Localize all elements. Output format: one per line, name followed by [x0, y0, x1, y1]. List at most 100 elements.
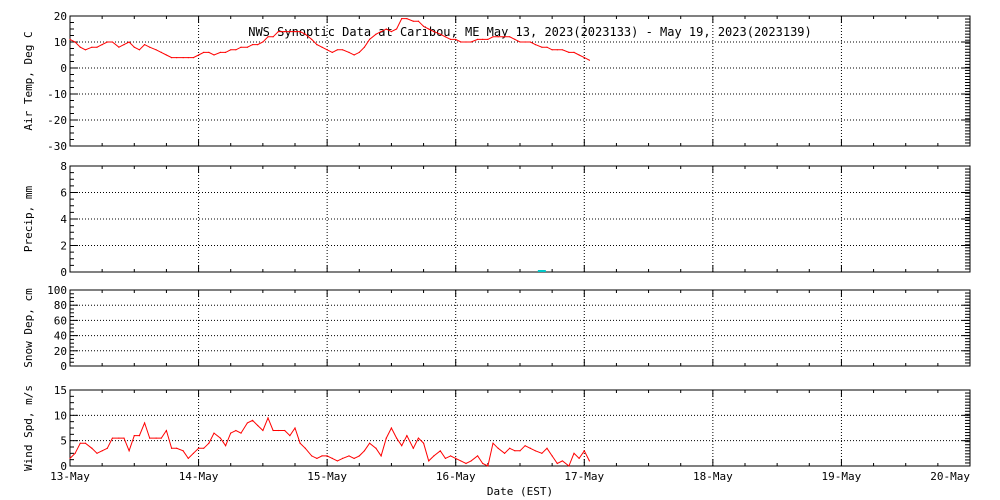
- data-point: [197, 447, 200, 449]
- data-point: [336, 460, 339, 462]
- data-point: [422, 25, 425, 27]
- data-point: [534, 44, 537, 46]
- data-point: [123, 44, 125, 46]
- data-point: [128, 41, 130, 43]
- data-point: [412, 20, 414, 22]
- data-point: [428, 460, 430, 462]
- panel-4: 051015Wind Spd, m/s: [22, 384, 971, 473]
- y-tick-label: -30: [47, 140, 67, 153]
- data-point: [455, 38, 457, 41]
- data-point: [160, 437, 162, 439]
- data-point: [348, 455, 350, 457]
- data-point: [551, 49, 553, 51]
- chart-title: NWS Synoptic Data at Caribou, ME May 13,…: [248, 25, 812, 39]
- data-point: [267, 417, 269, 419]
- y-tick-label: 80: [54, 299, 67, 312]
- data-point: [326, 455, 328, 457]
- y-axis-label: Wind Spd, m/s: [22, 385, 35, 471]
- y-axis-label: Air Temp, Deg C: [22, 31, 35, 130]
- y-tick-label: 10: [54, 36, 67, 49]
- data-point: [556, 462, 558, 465]
- data-point: [341, 49, 344, 51]
- data-point: [213, 432, 215, 434]
- data-point: [476, 455, 479, 457]
- data-point: [316, 457, 318, 459]
- data-point: [583, 450, 585, 452]
- data-point: [289, 435, 291, 437]
- data-point: [277, 31, 279, 33]
- data-point: [561, 49, 564, 51]
- data-point: [465, 41, 467, 43]
- x-tick-label: 17-May: [564, 470, 604, 483]
- data-point: [519, 450, 521, 452]
- data-point: [390, 31, 393, 33]
- data-point: [358, 455, 360, 457]
- y-tick-label: 8: [60, 160, 67, 173]
- data-point: [118, 437, 120, 439]
- data-point: [311, 455, 313, 457]
- panel-2: 0 2 4 6 8 Precip, mm: [22, 160, 971, 279]
- data-point: [123, 437, 125, 439]
- x-tick-label: 19-May: [822, 470, 862, 483]
- data-point: [230, 432, 232, 434]
- data-point: [311, 38, 313, 41]
- data-point: [433, 455, 435, 457]
- data-point: [197, 54, 200, 56]
- data-point: [546, 447, 548, 449]
- y-tick-label: 0: [60, 360, 67, 373]
- data-point: [316, 44, 318, 46]
- y-axis-label: Snow Dep, cm: [22, 288, 35, 368]
- data-point: [155, 49, 157, 51]
- data-point: [439, 33, 441, 35]
- data-point: [91, 447, 93, 449]
- data-point: [375, 447, 377, 449]
- data-point: [341, 457, 344, 459]
- data-point: [235, 49, 237, 51]
- y-tick-label: 20: [54, 10, 67, 23]
- data-point: [79, 46, 81, 48]
- data-point: [568, 51, 570, 54]
- x-axis-label: Date (EST): [487, 485, 553, 498]
- data-point: [353, 54, 355, 56]
- data-point: [482, 462, 484, 465]
- data-point: [470, 41, 472, 43]
- data-point: [213, 54, 215, 56]
- data-point: [246, 46, 249, 48]
- data-point: [111, 41, 114, 43]
- data-point: [401, 445, 403, 447]
- data-point: [246, 422, 249, 424]
- y-tick-label: 10: [54, 409, 67, 422]
- data-point: [138, 49, 141, 51]
- data-point: [363, 46, 366, 48]
- data-point: [170, 447, 173, 449]
- data-point: [529, 41, 531, 43]
- data-point: [476, 38, 479, 41]
- data-point: [106, 41, 108, 43]
- data-point: [176, 447, 178, 449]
- data-point: [524, 445, 526, 447]
- data-point: [106, 447, 108, 449]
- data-point: [277, 429, 279, 432]
- y-tick-label: 60: [54, 314, 67, 327]
- data-point: [588, 59, 591, 61]
- data-point: [417, 437, 420, 439]
- data-point: [101, 450, 103, 452]
- data-point: [208, 51, 210, 54]
- data-point: [251, 419, 254, 421]
- data-point: [348, 51, 350, 54]
- data-point: [289, 31, 291, 33]
- data-point: [299, 442, 301, 444]
- data-point: [556, 49, 558, 51]
- data-point: [219, 437, 222, 439]
- y-tick-label: 40: [54, 330, 67, 343]
- x-tick-label: 15-May: [307, 470, 347, 483]
- data-point: [509, 447, 511, 449]
- x-tick-label: 20-May: [930, 470, 970, 483]
- data-point: [460, 460, 462, 462]
- y-tick-label: 0: [60, 62, 67, 75]
- data-point: [561, 460, 564, 462]
- data-point: [257, 424, 259, 427]
- data-point: [578, 457, 580, 459]
- data-point: [187, 457, 189, 459]
- data-point: [182, 450, 184, 452]
